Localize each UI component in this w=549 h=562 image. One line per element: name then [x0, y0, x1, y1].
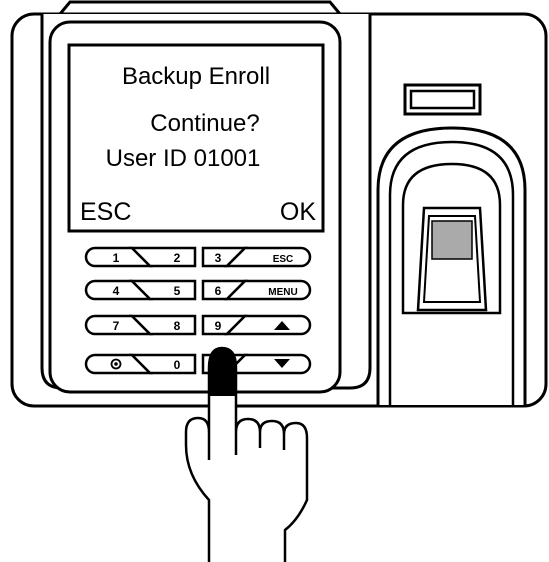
key-6-label: 6 — [215, 284, 222, 298]
key-5-label: 5 — [174, 284, 181, 298]
key-1-label: 1 — [113, 251, 120, 265]
lcd-line-1: Backup Enroll — [122, 63, 270, 90]
power-icon-dot — [114, 362, 118, 366]
lcd-softkey-esc: ESC — [80, 198, 131, 226]
key-esc-label: ESC — [273, 254, 294, 265]
device-top-ridge — [58, 0, 342, 15]
lcd-line-2: Continue? — [150, 110, 259, 137]
fingerprint-sensor-glass — [431, 220, 473, 260]
lcd-line-3: User ID 01001 — [106, 145, 261, 172]
key-4-label: 4 — [113, 284, 120, 298]
lcd-softkey-ok: OK — [280, 198, 316, 226]
fingertip-pressing — [208, 346, 237, 396]
key-3-label: 3 — [215, 251, 222, 265]
key-2-label: 2 — [174, 251, 181, 265]
key-9-label: 9 — [215, 319, 222, 333]
key-0-label: 0 — [174, 358, 181, 372]
key-menu-label: MENU — [268, 287, 297, 298]
fingerprint-terminal-illustration: Backup Enroll Continue? User ID 01001 ES… — [0, 0, 549, 562]
device-drawing: Backup Enroll Continue? User ID 01001 ES… — [10, 0, 548, 562]
card-slot-inner — [409, 89, 476, 110]
key-8-label: 8 — [174, 319, 181, 333]
key-7-label: 7 — [113, 319, 120, 333]
